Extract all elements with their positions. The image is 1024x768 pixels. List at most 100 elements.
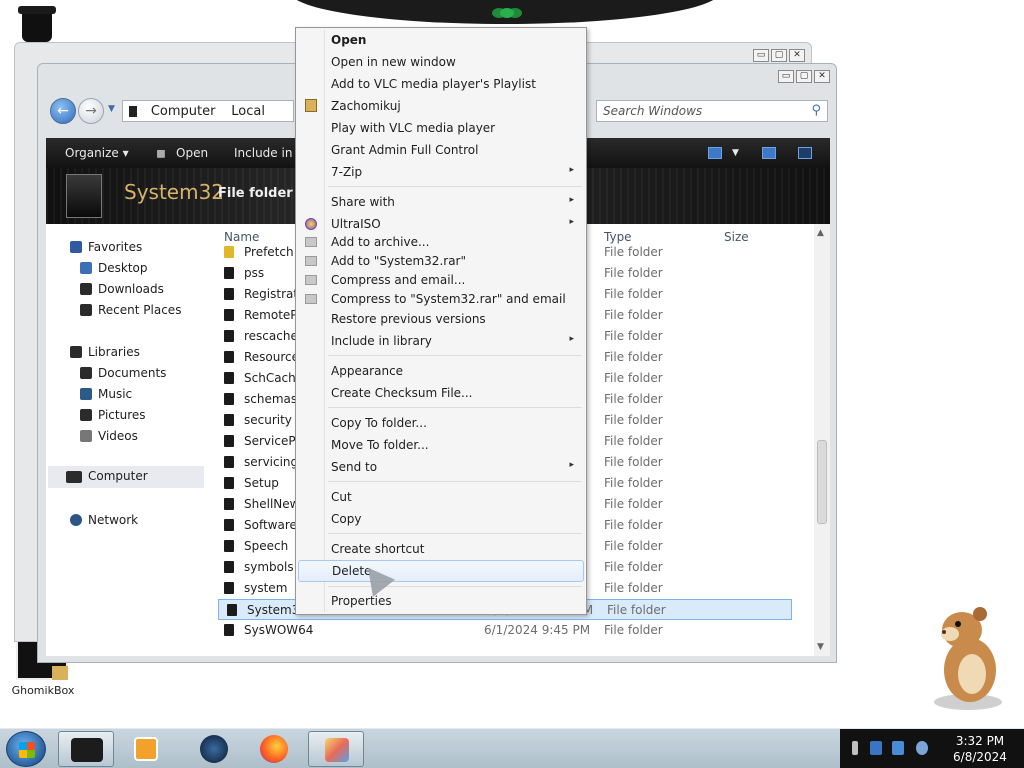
menu-item-compress-rar-email[interactable]: Compress to "System32.rar" and email (298, 289, 584, 309)
search-placeholder: Search Windows (603, 104, 703, 118)
close-button[interactable]: ✕ (814, 70, 830, 83)
computer-crumb-icon (129, 106, 137, 117)
nav-recent-places[interactable]: Recent Places (80, 303, 181, 317)
nav-downloads[interactable]: Downloads (80, 282, 164, 296)
menu-item-play-vlc[interactable]: Play with VLC media player (298, 118, 584, 138)
view-options-chevron-icon[interactable]: ▼ (732, 148, 739, 158)
minimize-button[interactable]: ▭ (778, 70, 794, 83)
breadcrumb-local[interactable]: Local (231, 104, 265, 119)
menu-item-7zip[interactable]: 7-Zip ▸ (298, 162, 584, 182)
menu-item-grant-admin[interactable]: Grant Admin Full Control (298, 140, 584, 160)
file-type: File folder (604, 497, 663, 511)
menu-item-add-to-archive[interactable]: Add to archive... (298, 232, 584, 252)
menu-item-ultraiso[interactable]: UltraISO ▸ (298, 214, 584, 234)
forward-button[interactable]: → (78, 98, 104, 124)
taskbar-firefox-button[interactable] (246, 731, 302, 767)
nav-videos[interactable]: Videos (80, 429, 138, 443)
folder-icon (224, 393, 234, 405)
nav-libraries[interactable]: Libraries (70, 345, 140, 359)
volume-icon[interactable] (916, 741, 928, 755)
taskbar-globe-button[interactable] (186, 731, 242, 767)
close-button[interactable]: ✕ (789, 49, 805, 62)
recent-pages-icon[interactable]: ▼ (108, 104, 115, 114)
preview-pane-icon[interactable] (762, 147, 776, 159)
nav-computer[interactable]: Computer (48, 466, 204, 488)
menu-item-vlc-playlist[interactable]: Add to VLC media player's Playlist (298, 74, 584, 94)
taskbar-media-button[interactable] (118, 731, 174, 767)
breadcrumb-computer[interactable]: Computer (151, 104, 216, 119)
file-name: security (244, 413, 292, 427)
nav-pictures[interactable]: Pictures (80, 408, 146, 422)
show-hidden-icons-icon[interactable] (852, 741, 858, 755)
menu-item-delete[interactable]: Delete (298, 560, 584, 582)
address-bar[interactable]: Computer Local (122, 100, 294, 122)
globe-icon (200, 735, 228, 763)
file-type: File folder (604, 266, 663, 280)
nav-desktop[interactable]: Desktop (80, 261, 148, 275)
include-in-library-button[interactable]: Include in li (234, 146, 303, 160)
search-icon[interactable]: ⚲ (811, 101, 821, 121)
winrar-archive-icon (305, 294, 317, 304)
shield-icon[interactable] (870, 741, 882, 755)
file-type: File folder (604, 245, 663, 259)
minimize-button[interactable]: ▭ (753, 49, 769, 62)
menu-item-add-to-rar[interactable]: Add to "System32.rar" (298, 251, 584, 271)
vertical-scrollbar[interactable]: ▲ ▼ (814, 224, 830, 656)
back-button[interactable]: ← (50, 98, 76, 124)
menu-item-create-shortcut[interactable]: Create shortcut (298, 539, 584, 559)
banner-folder-type: File folder (218, 186, 293, 201)
taskbar-explorer-button[interactable] (58, 731, 114, 767)
file-name: SysWOW64 (244, 623, 314, 637)
scroll-down-icon[interactable]: ▼ (817, 642, 824, 652)
file-type: File folder (604, 455, 663, 469)
ultraiso-disc-icon (305, 218, 317, 230)
open-button[interactable]: Open (176, 146, 208, 160)
menu-item-copy-to-folder[interactable]: Copy To folder... (298, 413, 584, 433)
menu-item-appearance[interactable]: Appearance (298, 361, 584, 381)
nav-favorites[interactable]: Favorites (70, 240, 142, 254)
help-icon[interactable] (798, 147, 812, 159)
recycle-bin-icon[interactable] (18, 6, 58, 42)
organize-button[interactable]: Organize ▾ (65, 146, 129, 160)
menu-item-send-to[interactable]: Send to ▸ (298, 457, 584, 477)
network-icon[interactable] (892, 741, 904, 755)
menu-item-restore-versions[interactable]: Restore previous versions (298, 309, 584, 329)
menu-item-create-checksum[interactable]: Create Checksum File... (298, 383, 584, 403)
search-input[interactable]: Search Windows ⚲ (596, 100, 828, 122)
clock[interactable]: 3:32 PM 6/8/2024 (944, 733, 1016, 765)
start-button[interactable] (6, 731, 46, 767)
file-type: File folder (604, 539, 663, 553)
menu-item-move-to-folder[interactable]: Move To folder... (298, 435, 584, 455)
change-view-icon[interactable] (708, 147, 722, 159)
menu-item-properties[interactable]: Properties (298, 591, 584, 611)
menu-item-zachomikuj[interactable]: Zachomikuj (298, 96, 584, 116)
file-type: File folder (604, 413, 663, 427)
nav-network[interactable]: Network (70, 513, 138, 527)
taskbar-paint-button[interactable] (308, 731, 364, 767)
file-type: File folder (604, 434, 663, 448)
libraries-icon (70, 346, 82, 358)
menu-item-share-with[interactable]: Share with ▸ (298, 192, 584, 212)
file-name: Registrati (244, 287, 302, 301)
file-row[interactable]: SysWOW64 6/1/2024 9:45 PM File folder (216, 620, 790, 641)
menu-item-open-new-window[interactable]: Open in new window (298, 52, 584, 72)
scroll-up-icon[interactable]: ▲ (817, 228, 824, 238)
menu-item-include-library[interactable]: Include in library ▸ (298, 331, 584, 351)
maximize-button[interactable]: ▢ (796, 70, 812, 83)
menu-item-copy[interactable]: Copy (298, 509, 584, 529)
menu-item-open[interactable]: Open (298, 30, 584, 50)
computer-icon (66, 471, 82, 483)
submenu-arrow-icon: ▸ (569, 460, 574, 470)
downloads-icon (80, 283, 92, 295)
nav-music[interactable]: Music (80, 387, 132, 401)
file-name: symbols (244, 560, 294, 574)
folder-icon (224, 624, 234, 636)
menu-item-cut[interactable]: Cut (298, 487, 584, 507)
menu-item-compress-email[interactable]: Compress and email... (298, 270, 584, 290)
scrollbar-thumb[interactable] (817, 440, 827, 524)
nav-documents[interactable]: Documents (80, 366, 166, 380)
folder-icon (227, 604, 237, 616)
top-gadget (290, 0, 720, 24)
maximize-button[interactable]: ▢ (771, 49, 787, 62)
file-name: system (244, 581, 288, 595)
